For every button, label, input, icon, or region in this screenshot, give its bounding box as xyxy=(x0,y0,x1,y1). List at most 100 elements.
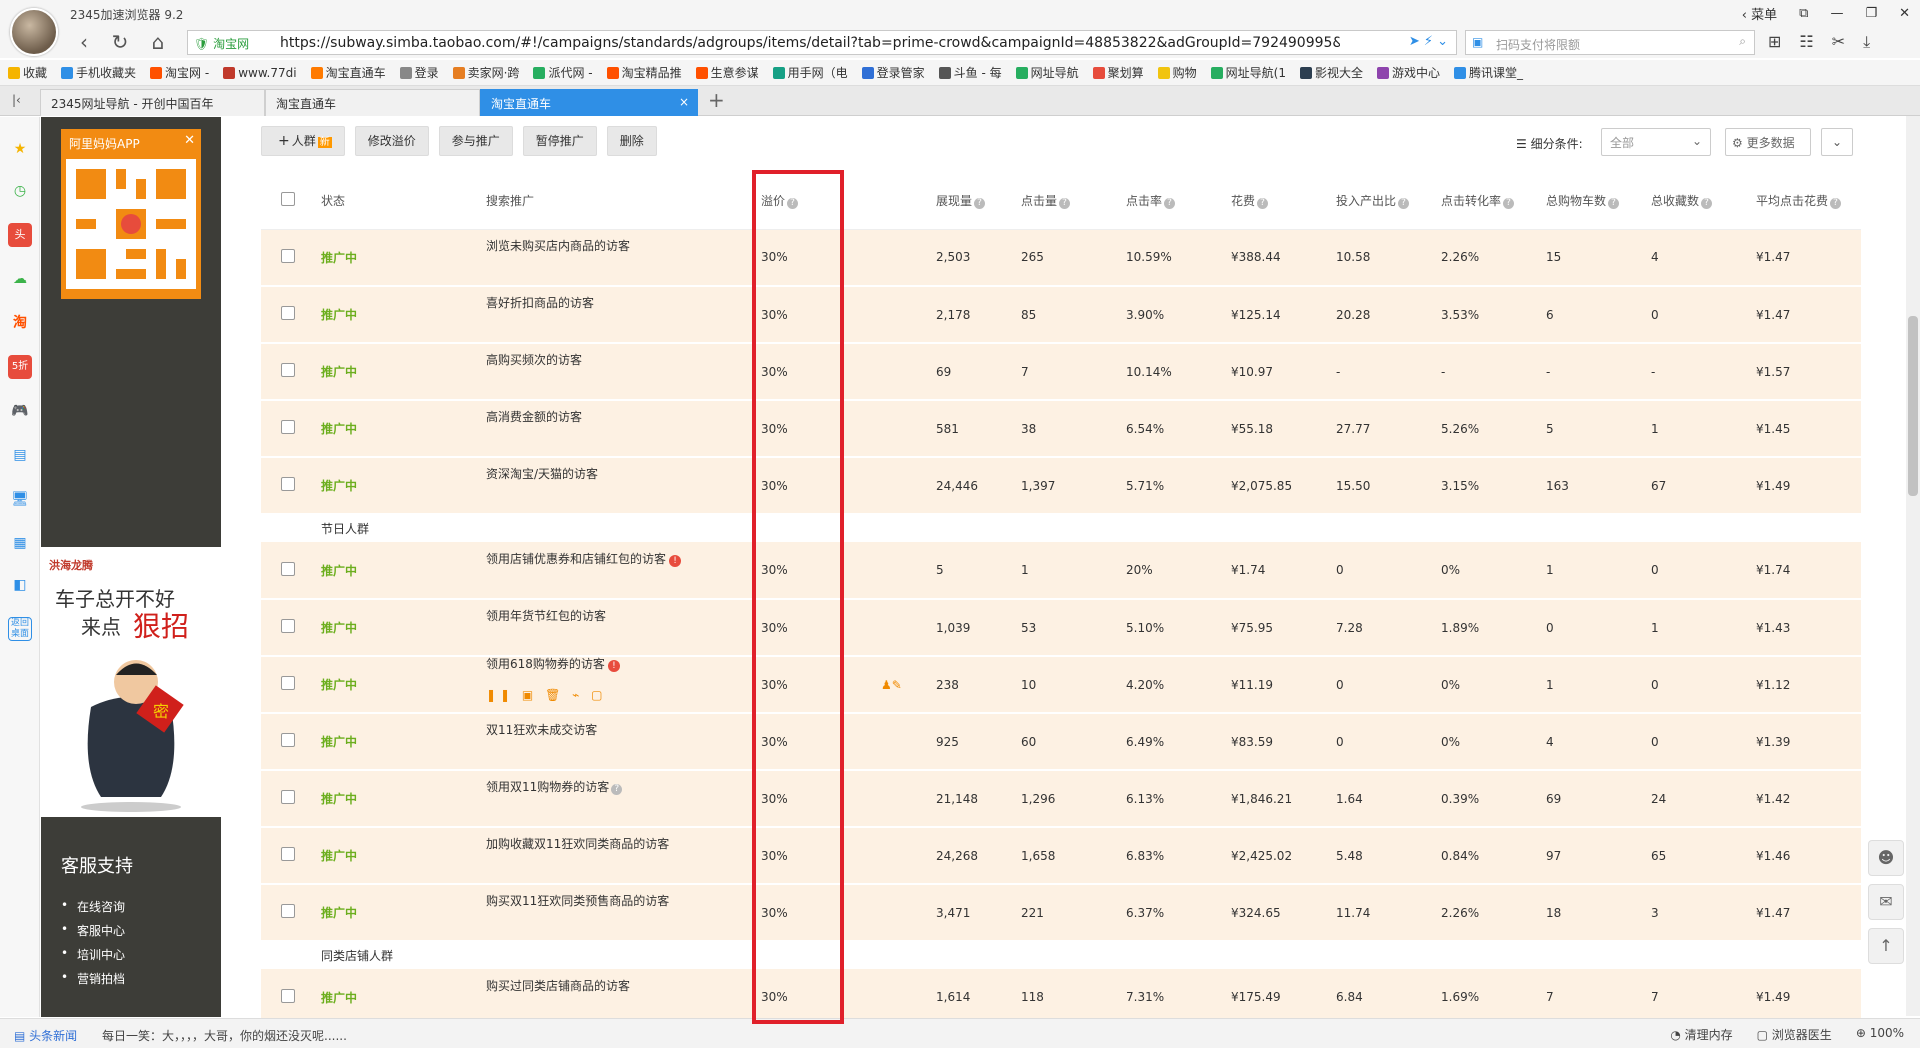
bookmark-item[interactable]: 派代网 - xyxy=(533,64,593,81)
menu-button[interactable]: ‹ 菜单 xyxy=(1742,4,1777,23)
more-data-button[interactable]: ⚙ 更多数据 xyxy=(1725,128,1811,156)
clean-memory-button[interactable]: ◔ 清理内存 xyxy=(1670,1026,1732,1043)
crowd-name[interactable]: 高购买频次的访客 xyxy=(486,353,582,367)
discount-icon[interactable]: 5折 xyxy=(8,355,32,379)
bookmark-item[interactable]: 收藏 xyxy=(8,64,47,81)
calculator-icon[interactable]: ▦ xyxy=(8,531,32,555)
joke-text[interactable]: 每日一笑：大，，，，大哥，你的烟还没灭呢...... xyxy=(102,1027,347,1044)
select-all-checkbox[interactable] xyxy=(281,192,295,207)
header-ctr[interactable]: 点击率? xyxy=(1126,173,1231,230)
crowd-name-cell[interactable]: 领用店铺优惠券和店铺红包的访客! xyxy=(486,542,761,600)
scissors-icon[interactable]: ✂ xyxy=(1832,32,1845,52)
reader-icon[interactable]: ☷ xyxy=(1799,32,1813,52)
crowd-name[interactable]: 领用店铺优惠券和店铺红包的访客 xyxy=(486,552,666,566)
table-row[interactable]: 推广中 领用年货节红包的访客 30% 1,039 53 5.10% ¥75.95 7.28 1.… xyxy=(261,599,1861,657)
table-row[interactable]: 推广中 购买双11狂欢同类预售商品的访客 30% 3,471 221 6.37% ¥324.… xyxy=(261,884,1861,942)
table-row[interactable]: 推广中 浏览未购买店内商品的访客 30% 2,503 265 10.59% ¥388.44 1… xyxy=(261,229,1861,287)
pause-promo-button[interactable]: 暂停推广 xyxy=(522,126,597,156)
row-checkbox[interactable] xyxy=(281,904,295,918)
news-link[interactable]: ▤ 头条新闻 xyxy=(14,1027,77,1044)
header-cost[interactable]: 花费? xyxy=(1231,173,1336,230)
row-checkbox[interactable] xyxy=(281,248,295,263)
tab-zhitongche-1[interactable]: 淘宝直通车 xyxy=(265,89,480,116)
row-checkbox[interactable] xyxy=(281,306,295,320)
table-row[interactable]: 推广中 资深淘宝/天猫的访客 30% 24,446 1,397 5.71% ¥2,075.8… xyxy=(261,457,1861,515)
edit-premium-icon[interactable]: ♟✎ xyxy=(851,678,902,692)
row-checkbox[interactable] xyxy=(281,790,295,804)
bookmark-item[interactable]: 登录 xyxy=(399,64,439,81)
desktop-icon[interactable]: 返回桌面 xyxy=(8,617,32,641)
warning-icon[interactable]: ! xyxy=(669,554,682,567)
crowd-name-cell[interactable]: 领用年货节红包的访客 xyxy=(486,599,761,657)
table-row[interactable]: 推广中 双11狂欢未成交访客 30% 925 60 6.49% ¥83.59 0 0% 4 0 ¥1.… xyxy=(261,713,1861,771)
delete-button[interactable]: 删除 xyxy=(606,126,657,156)
bookmark-item[interactable]: 登录管家 xyxy=(861,64,925,81)
bookmark-item[interactable]: 聚划算 xyxy=(1092,64,1144,81)
row-checkbox[interactable] xyxy=(281,420,295,434)
join-promo-button[interactable]: 参与推广 xyxy=(438,126,513,156)
header-impressions[interactable]: 展现量? xyxy=(936,173,1021,230)
crowd-name[interactable]: 高消费金额的访客 xyxy=(486,410,582,424)
row-checkbox[interactable] xyxy=(281,619,295,633)
crowd-name-cell[interactable]: 高消费金额的访客 xyxy=(486,400,761,458)
row-checkbox[interactable] xyxy=(281,676,295,690)
close-tab-icon[interactable]: × xyxy=(679,95,689,109)
bookmark-item[interactable]: 网址导航 xyxy=(1015,64,1079,81)
feedback-icon[interactable]: ✉ xyxy=(1868,884,1904,920)
crowd-name-cell[interactable]: 加购收藏双11狂欢同类商品的访客 xyxy=(486,827,761,885)
crowd-name-cell[interactable]: 双11狂欢未成交访客 xyxy=(486,713,761,771)
skin-icon[interactable]: ⧉ xyxy=(1799,6,1808,21)
bookmark-item[interactable]: 卖家网·跨 xyxy=(452,64,519,81)
bookmark-item[interactable]: 淘宝网 - xyxy=(150,64,209,81)
table-row[interactable]: 推广中 加购收藏双11狂欢同类商品的访客 30% 24,268 1,658 6.83% ¥2… xyxy=(261,827,1861,885)
tab-2345[interactable]: 2345网址导航 - 开创中国百年 xyxy=(40,89,265,116)
scrollbar[interactable] xyxy=(1906,116,1920,1016)
header-cvr[interactable]: 点击转化率? xyxy=(1441,173,1546,230)
refresh-icon[interactable]: ↻ xyxy=(108,31,132,55)
row-checkbox[interactable] xyxy=(281,847,295,861)
support-partner[interactable]: 营销拍档 xyxy=(61,970,125,987)
filter-select[interactable]: 全部 ⌄ xyxy=(1601,128,1711,156)
row-checkbox[interactable] xyxy=(281,477,295,491)
url-text[interactable]: https://subway.simba.taobao.com/#!/campa… xyxy=(280,35,1340,51)
bookmark-item[interactable]: 影视大全 xyxy=(1300,64,1363,81)
back-to-top-icon[interactable]: ↑ xyxy=(1868,928,1904,964)
support-center[interactable]: 客服中心 xyxy=(61,922,125,939)
crowd-name[interactable]: 购买双11狂欢同类预售商品的访客 xyxy=(486,894,669,908)
table-row[interactable]: 推广中 高购买频次的访客 30% 69 7 10.14% ¥10.97- - - - ¥1.57 xyxy=(261,343,1861,401)
add-crowd-button[interactable]: + 人群新 xyxy=(261,126,345,156)
crowd-name[interactable]: 喜好折扣商品的访客 xyxy=(486,296,594,310)
download-icon[interactable]: ⤓ xyxy=(1863,32,1870,52)
taobao-icon[interactable]: 淘 xyxy=(8,311,32,335)
bookmark-item[interactable]: 游戏中心 xyxy=(1377,64,1440,81)
maximize-button[interactable]: ❐ xyxy=(1865,6,1877,21)
video-icon[interactable]: ▤ xyxy=(8,443,32,467)
row-checkbox[interactable] xyxy=(281,363,295,377)
table-row[interactable]: 推广中 高消费金额的访客 30% 581 38 6.54% ¥55.18 27.77 5.26%… xyxy=(261,400,1861,458)
bookmark-item[interactable]: 手机收藏夹 xyxy=(61,64,136,81)
home-icon[interactable]: ⌂ xyxy=(146,31,170,55)
back-icon[interactable]: ‹ xyxy=(72,31,96,55)
crowd-name-cell[interactable]: 浏览未购买店内商品的访客 xyxy=(486,229,761,287)
crowd-name[interactable]: 加购收藏双11狂欢同类商品的访客 xyxy=(486,837,669,851)
crowd-name[interactable]: 浏览未购买店内商品的访客 xyxy=(486,239,630,253)
close-window-button[interactable]: ✕ xyxy=(1899,6,1910,21)
crowd-name-cell[interactable]: 领用618购物券的访客! ❚❚ ▣ 🗑 ⌁ ▢ xyxy=(486,656,761,714)
support-training[interactable]: 培训中心 xyxy=(61,946,125,963)
header-cart[interactable]: 总购物车数? xyxy=(1546,173,1651,230)
warning-icon[interactable]: ! xyxy=(607,660,620,672)
header-clicks[interactable]: 点击量? xyxy=(1021,173,1126,230)
row-action-icons[interactable]: ❚❚ ▣ 🗑 ⌁ ▢ xyxy=(486,688,761,702)
row-checkbox[interactable] xyxy=(281,988,295,1003)
bookmark-item[interactable]: 腾讯课堂_ xyxy=(1454,64,1523,81)
computer-icon[interactable]: 🖥 xyxy=(8,487,32,511)
new-tab-button[interactable]: + xyxy=(708,88,725,112)
search-input[interactable]: ▣ 扫码支付将限额 ⌕ xyxy=(1465,30,1755,55)
browser-doctor-button[interactable]: ▢ 浏览器医生 xyxy=(1757,1026,1832,1043)
bookmark-item[interactable]: 网址导航(1 xyxy=(1210,64,1286,81)
table-row[interactable]: 推广中 领用618购物券的访客! ❚❚ ▣ 🗑 ⌁ ▢ 30% ♟✎ 238 10 4.20%… xyxy=(261,656,1861,714)
book-icon[interactable]: ◧ xyxy=(8,573,32,597)
modify-premium-button[interactable]: 修改溢价 xyxy=(354,126,429,156)
minimize-button[interactable]: — xyxy=(1830,6,1843,21)
scrollbar-thumb[interactable] xyxy=(1908,316,1918,496)
